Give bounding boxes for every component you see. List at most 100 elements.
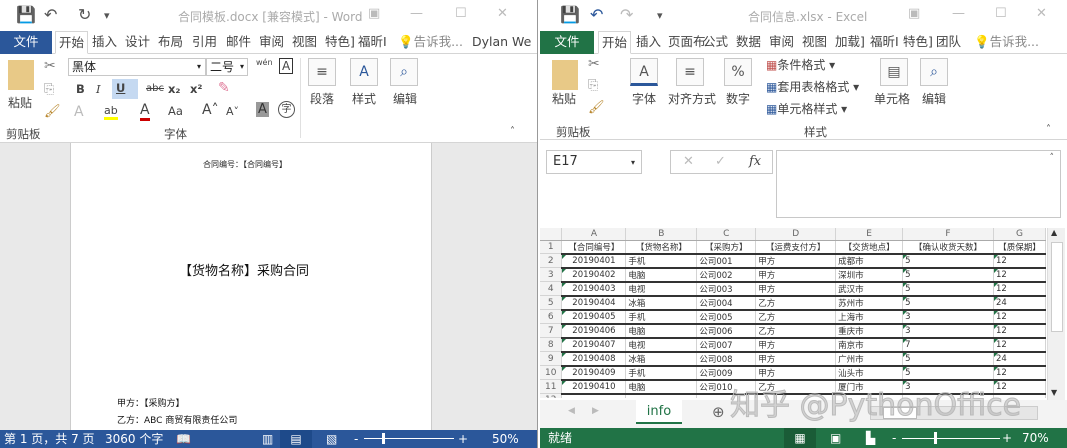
page-layout-view-icon[interactable]: ▣ xyxy=(830,428,841,448)
cell[interactable]: 电脑 xyxy=(625,379,698,395)
tell-me-search[interactable]: 💡告诉我... xyxy=(398,31,463,54)
cell[interactable]: 电脑 xyxy=(625,323,698,339)
cell[interactable]: 12 xyxy=(993,267,1046,283)
cell[interactable]: 苏州市 xyxy=(835,295,904,311)
word-count[interactable]: 3060 个字 xyxy=(105,430,163,448)
redo-icon[interactable]: ↷ xyxy=(620,5,633,24)
add-sheet-icon[interactable]: ⊕ xyxy=(712,403,725,421)
cell[interactable]: 20190402 xyxy=(561,267,627,283)
normal-view-icon[interactable]: ▦ xyxy=(784,428,816,448)
cell[interactable]: 手机 xyxy=(625,253,698,269)
cell[interactable]: 【采购方】 xyxy=(696,240,757,255)
grow-font-icon[interactable]: A˄ xyxy=(202,102,219,118)
column-header-E[interactable]: E xyxy=(835,228,904,241)
tab-foxit[interactable]: 福昕I xyxy=(358,31,387,54)
cell[interactable]: 20190404 xyxy=(561,295,627,311)
zoom-level[interactable]: 70% xyxy=(1022,428,1049,448)
tell-me-search[interactable]: 💡告诉我... xyxy=(974,31,1039,54)
tab-home[interactable]: 开始 xyxy=(598,31,632,54)
cell[interactable] xyxy=(561,393,627,398)
row-header[interactable]: 1 xyxy=(540,240,563,254)
cell[interactable]: 电脑 xyxy=(625,267,698,283)
paste-icon[interactable] xyxy=(552,60,578,90)
zoom-out-button[interactable]: - xyxy=(354,430,358,448)
collapse-ribbon-icon[interactable]: ˄ xyxy=(1046,124,1051,135)
cell[interactable]: 汕头市 xyxy=(835,365,904,381)
cell[interactable]: 20190406 xyxy=(561,323,627,339)
page-break-view-icon[interactable]: ▙ xyxy=(866,428,875,448)
format-as-table-button[interactable]: ▦套用表格格式 ▾ xyxy=(766,78,859,95)
row-header[interactable]: 4 xyxy=(540,281,563,296)
cell[interactable]: 甲方 xyxy=(755,267,837,283)
cell[interactable]: 20190407 xyxy=(561,337,627,353)
save-icon[interactable]: 💾 xyxy=(560,5,580,24)
row-header[interactable]: 8 xyxy=(540,337,563,352)
cell[interactable]: 冰箱 xyxy=(625,351,698,367)
tab-foxit[interactable]: 福昕I xyxy=(870,31,899,54)
cell[interactable]: 20190410 xyxy=(561,379,627,395)
cell[interactable]: 甲方 xyxy=(755,253,837,269)
column-header-G[interactable]: G xyxy=(993,228,1046,241)
scroll-down-icon[interactable]: ▼ xyxy=(1051,388,1057,397)
cell[interactable]: 公司001 xyxy=(696,253,757,269)
vertical-scrollbar[interactable]: ▲ ▼ xyxy=(1047,228,1065,400)
zoom-slider[interactable] xyxy=(364,438,454,439)
name-box[interactable]: E17 ▾ xyxy=(546,150,642,174)
cut-icon[interactable]: ✂ xyxy=(44,58,56,74)
char-shading-icon[interactable]: A xyxy=(256,102,269,117)
cell[interactable]: 乙方 xyxy=(755,309,837,325)
cell[interactable]: 12 xyxy=(993,337,1046,353)
tab-references[interactable]: 引用 xyxy=(192,31,217,54)
minimize-icon[interactable]: — xyxy=(952,6,965,21)
percent-icon[interactable]: % xyxy=(724,58,752,86)
cell[interactable]: 20190405 xyxy=(561,309,627,325)
tab-review[interactable]: 审阅 xyxy=(769,31,794,54)
paste-button[interactable]: 粘贴 xyxy=(552,90,576,107)
cell[interactable]: 20190408 xyxy=(561,351,627,367)
cell[interactable]: 3 xyxy=(902,309,994,325)
number-button[interactable]: 数字 xyxy=(726,90,750,107)
paragraph-icon[interactable]: ≡ xyxy=(308,58,336,86)
row-header[interactable]: 12 xyxy=(540,393,563,398)
maximize-icon[interactable]: ☐ xyxy=(455,6,467,21)
prev-sheet-icon[interactable]: ◀ xyxy=(568,406,575,416)
undo-icon[interactable]: ↶ xyxy=(44,5,57,24)
read-mode-icon[interactable]: ▥ xyxy=(262,430,273,448)
cell[interactable]: 上海市 xyxy=(835,309,904,325)
cell[interactable]: 南京市 xyxy=(835,337,904,353)
bold-button[interactable]: B xyxy=(76,82,85,96)
cell[interactable]: 甲方 xyxy=(755,365,837,381)
cancel-icon[interactable]: ✕ xyxy=(683,151,694,173)
tab-addins[interactable]: 加载] xyxy=(835,31,865,54)
cell-styles-button[interactable]: ▦单元格样式 ▾ xyxy=(766,100,847,117)
next-sheet-icon[interactable]: ▶ xyxy=(592,406,599,416)
cell[interactable]: 乙方 xyxy=(755,323,837,339)
format-painter-icon[interactable]: 🖌 xyxy=(588,100,605,115)
tab-data[interactable]: 数据 xyxy=(736,31,761,54)
print-layout-icon[interactable]: ▤ xyxy=(280,430,312,448)
ribbon-display-icon[interactable]: ▣ xyxy=(368,6,380,21)
column-header-B[interactable]: B xyxy=(625,228,698,241)
text-effects-icon[interactable]: A xyxy=(74,104,84,120)
ribbon-display-icon[interactable]: ▣ xyxy=(908,6,920,21)
zoom-in-button[interactable]: + xyxy=(458,430,468,448)
cell[interactable]: 5 xyxy=(902,281,994,297)
copy-icon[interactable]: ⎘ xyxy=(588,78,598,93)
search-icon[interactable]: ⌕ xyxy=(920,58,948,86)
alignment-button[interactable]: 对齐方式 xyxy=(668,90,716,107)
row-header[interactable]: 7 xyxy=(540,323,563,338)
cell[interactable]: 20190403 xyxy=(561,281,627,297)
copy-icon[interactable]: ⎘ xyxy=(44,82,54,97)
column-header-F[interactable]: F xyxy=(902,228,994,241)
enter-icon[interactable]: ✓ xyxy=(715,151,726,173)
superscript-button[interactable]: x² xyxy=(190,82,202,96)
tab-special[interactable]: 特色] xyxy=(325,31,355,54)
document-page[interactable]: 合同编号：【合同编号】 【货物名称】采购合同 甲方：【采购方】 乙方：ABC 商… xyxy=(70,143,432,430)
cell[interactable]: 公司005 xyxy=(696,309,757,325)
column-header-A[interactable]: A xyxy=(561,228,627,241)
close-icon[interactable]: ✕ xyxy=(1036,6,1047,21)
cut-icon[interactable]: ✂ xyxy=(588,56,600,72)
cell[interactable]: 手机 xyxy=(625,365,698,381)
font-color-icon[interactable]: A xyxy=(140,102,150,121)
shrink-font-icon[interactable]: A˅ xyxy=(226,105,239,118)
